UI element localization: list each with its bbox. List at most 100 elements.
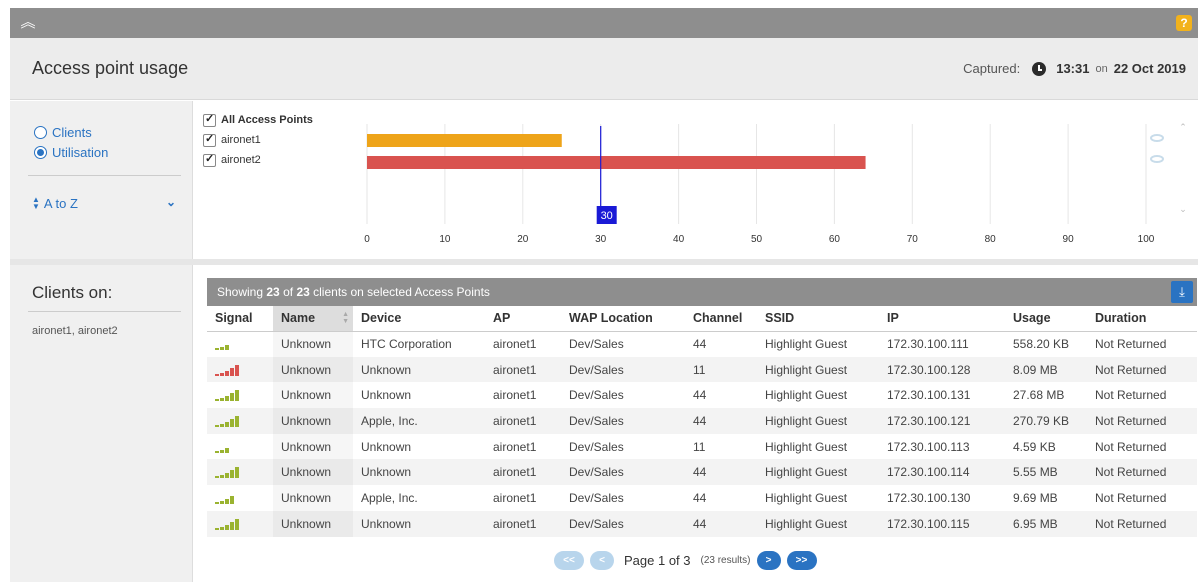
column-header[interactable]: Signal (207, 306, 273, 332)
sort-select[interactable]: ▲ ▼ A to Z ⌄ (32, 193, 182, 213)
checkbox-aironet1[interactable]: aironet1 (203, 130, 313, 150)
column-header[interactable]: SSID (757, 306, 879, 332)
radio-button-selected[interactable] (34, 146, 47, 159)
checkbox-aironet2[interactable]: aironet2 (203, 150, 313, 170)
cell-duration: Not Returned (1095, 439, 1167, 454)
chevron-down-icon: ⌄ (165, 195, 176, 209)
cell-ssid: Highlight Guest (765, 439, 848, 454)
signal-cell (207, 459, 273, 486)
table-row[interactable]: Unknown Apple, Inc. aironet1 Dev/Sales 44 Hig… (207, 485, 1197, 511)
checkbox-all-access-points[interactable]: All Access Points (203, 110, 313, 130)
cell-device: HTC Corporation (361, 337, 452, 352)
cell-location: Dev/Sales (561, 510, 685, 537)
download-icon[interactable]: ⤓ (1171, 281, 1193, 303)
summary-total: 23 (296, 285, 310, 299)
table-row[interactable]: Unknown Unknown aironet1 Dev/Sales 44 Highlig… (207, 510, 1197, 537)
first-page-button[interactable]: << (554, 551, 584, 570)
cell-ap: aironet1 (493, 388, 537, 403)
cell-ssid: Highlight Guest (757, 459, 879, 486)
cell-device: Unknown (353, 510, 485, 537)
divider (28, 175, 181, 176)
next-page-button[interactable]: > (756, 551, 781, 570)
x-tick-label: 50 (751, 234, 763, 245)
cell-location: Dev/Sales (561, 408, 685, 434)
radio-button[interactable] (34, 126, 47, 139)
scroll-down-icon[interactable]: ⌄ (1176, 204, 1190, 215)
checkbox-label: aironet2 (221, 154, 261, 166)
scroll-up-icon[interactable]: ⌃ (1176, 122, 1190, 133)
cell-ap: aironet1 (485, 459, 561, 486)
table-row[interactable]: Unknown HTC Corporation aironet1 Dev/Sales 4… (207, 331, 1197, 357)
signal-cell (207, 331, 273, 357)
cell-location: Dev/Sales (569, 388, 624, 403)
cell-ip: 172.30.100.128 (879, 356, 1005, 383)
cell-name: Unknown (273, 510, 353, 537)
cell-ip: 172.30.100.113 (887, 439, 970, 454)
column-header[interactable]: IP (879, 306, 1005, 332)
column-header[interactable]: AP (485, 306, 561, 332)
cell-ip: 172.30.100.131 (887, 388, 971, 403)
cell-ssid: Highlight Guest (757, 408, 879, 434)
page-results: (23 results) (700, 555, 751, 566)
cell-ap: aironet1 (485, 408, 561, 434)
chart-scrollbar[interactable]: ⌃ ⌄ (1176, 122, 1190, 217)
table-summary-bar: Showing 23 of 23 clients on selected Acc… (207, 278, 1197, 306)
table-row[interactable]: Unknown Unknown aironet1 Dev/Sales 11 Highlig… (207, 356, 1197, 383)
checkbox[interactable] (203, 132, 216, 147)
cell-ssid: Highlight Guest (765, 337, 848, 352)
clock-icon (1032, 61, 1047, 76)
table-body: Unknown HTC Corporation aironet1 Dev/Sales 4… (207, 331, 1197, 537)
signal-strength-icon (215, 441, 265, 453)
cell-channel: 44 (693, 337, 707, 352)
column-header[interactable]: Usage (1005, 306, 1087, 332)
column-header[interactable]: Device (353, 306, 485, 332)
table-row[interactable]: Unknown Unknown aironet1 Dev/Sales 11 Highlig… (207, 433, 1197, 460)
cell-device: Unknown (361, 388, 412, 403)
column-header[interactable]: Channel (685, 306, 757, 332)
table-row[interactable]: Unknown Unknown aironet1 Dev/Sales 44 Highlig… (207, 459, 1197, 486)
radio-utilisation[interactable]: Utilisation (34, 145, 108, 160)
cell-name: Unknown (273, 408, 353, 434)
cell-device: Unknown (361, 439, 412, 454)
cell-duration: Not Returned (1095, 337, 1167, 352)
column-header[interactable]: Duration (1087, 306, 1197, 332)
cell-ip: 172.30.100.111 (887, 337, 969, 352)
view-options-panel: Clients Utilisation ▲ ▼ A to Z ⌄ (10, 101, 193, 259)
column-header[interactable]: WAP Location (561, 306, 685, 332)
captured-on: on (1095, 62, 1108, 75)
x-tick-label: 30 (595, 234, 607, 245)
divider (28, 311, 181, 312)
help-icon[interactable]: ? (1176, 15, 1192, 31)
checkbox[interactable] (203, 112, 216, 127)
page-title: Access point usage (32, 58, 189, 78)
cell-ap: aironet1 (493, 337, 537, 352)
radio-clients[interactable]: Clients (34, 125, 92, 140)
table-row[interactable]: Unknown Unknown aironet1 Dev/Sales 44 Highlig… (207, 382, 1197, 409)
x-tick-label: 90 (1063, 234, 1075, 245)
x-tick-label: 80 (985, 234, 997, 245)
cell-name: Unknown (273, 485, 353, 511)
table-header-row: Signal Name ▲ ▼ Device AP WAP Location Channel S… (207, 306, 1197, 332)
chevron-double-up-icon[interactable]: ︽ (18, 13, 38, 33)
eye-icon[interactable] (1150, 155, 1164, 163)
sort-label: A to Z (43, 195, 78, 211)
cell-channel: 44 (693, 490, 707, 505)
x-tick-label: 20 (517, 234, 529, 245)
column-header[interactable]: Name ▲ ▼ (273, 306, 353, 332)
cell-usage: 270.79 KB (1005, 408, 1087, 434)
cell-ip: 172.30.100.114 (879, 459, 1005, 486)
cell-ap: aironet1 (493, 439, 537, 454)
cell-device: Apple, Inc. (353, 408, 485, 434)
eye-icon[interactable] (1150, 134, 1164, 142)
table-row[interactable]: Unknown Apple, Inc. aironet1 Dev/Sales 44 Hig… (207, 408, 1197, 434)
last-page-button[interactable]: >> (786, 551, 817, 570)
captured-time: 13:31 (1056, 61, 1090, 76)
prev-page-button[interactable]: < (590, 551, 614, 570)
cell-location: Dev/Sales (561, 356, 685, 383)
utilisation-chart-svg: 0 10 20 30 40 50 60 70 80 90 100 30 (364, 124, 1155, 245)
cell-ap: aironet1 (493, 490, 537, 505)
cell-usage: 9.69 MB (1013, 490, 1058, 505)
checkbox[interactable] (203, 152, 216, 167)
cell-duration: Not Returned (1095, 388, 1167, 403)
sort-indicator-icon: ▲ ▼ (342, 311, 349, 325)
